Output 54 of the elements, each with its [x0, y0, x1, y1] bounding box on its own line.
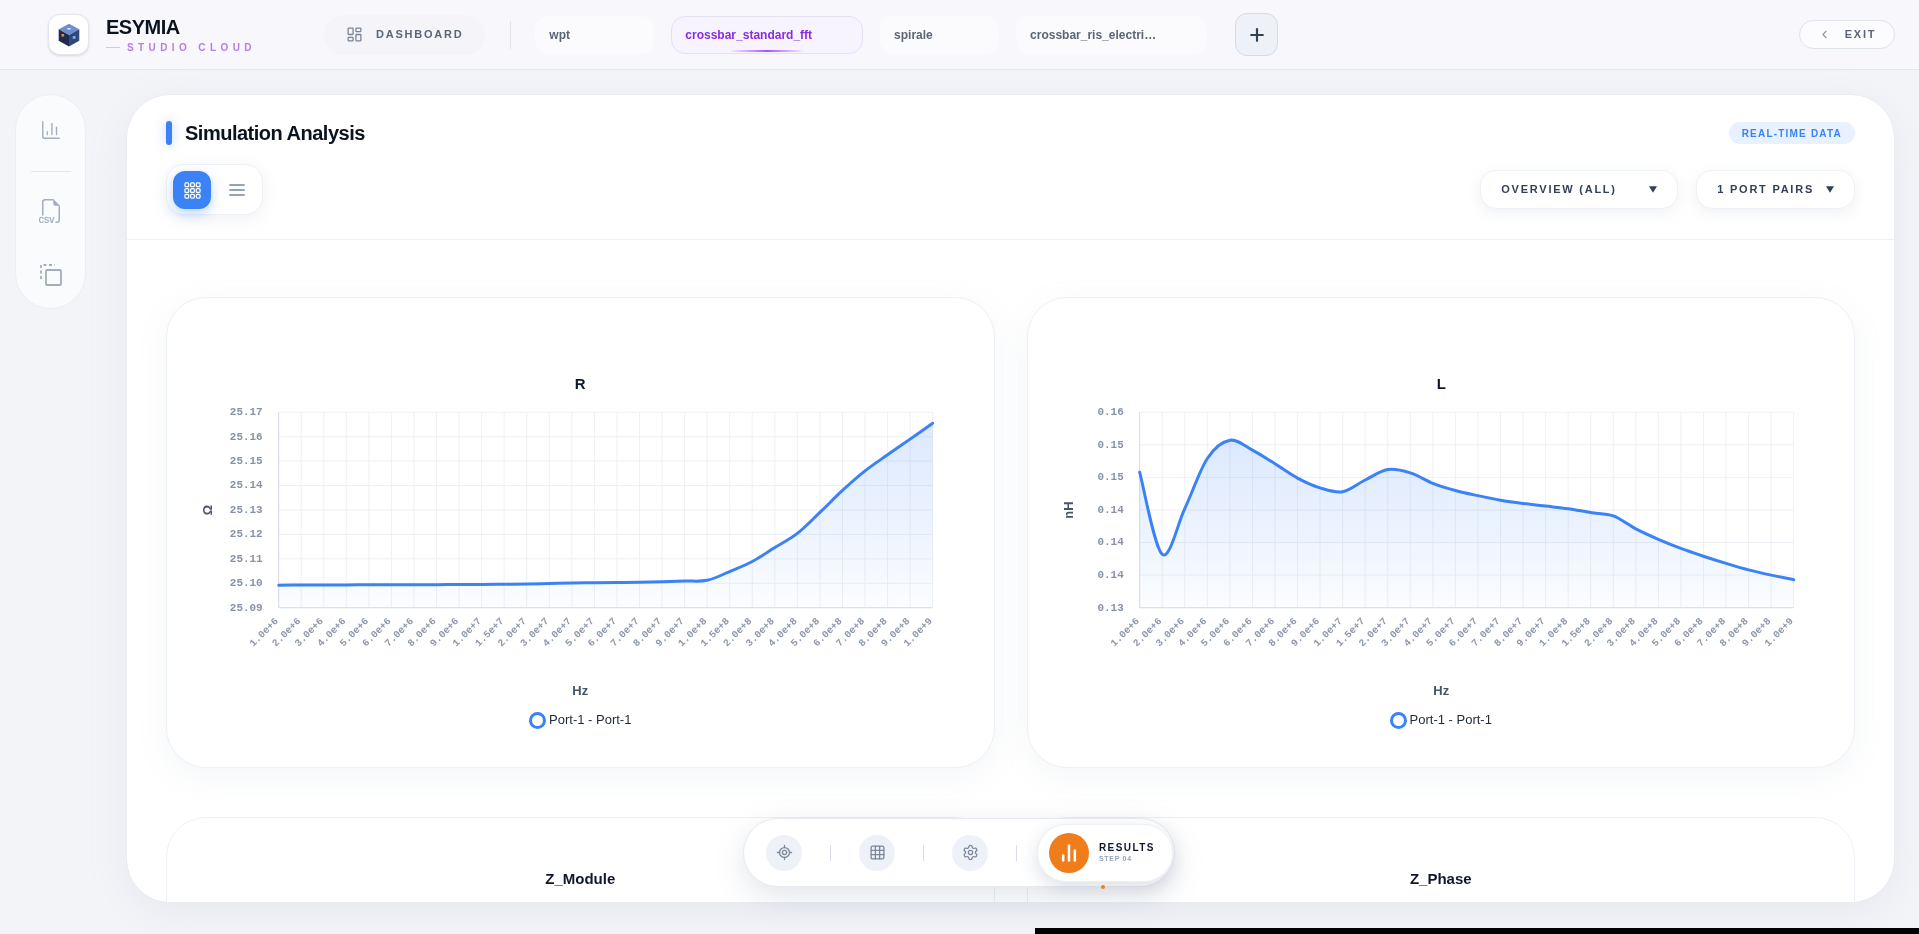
y-tick-label: 25.15 [229, 455, 263, 467]
dashboard-icon [346, 26, 363, 43]
project-tab[interactable]: crossbar_standard_fft [671, 15, 864, 54]
legend-label: Port-1 - Port-1 [1409, 711, 1492, 730]
y-tick-label: 0.14 [1096, 503, 1124, 516]
y-tick-label: 25.17 [229, 406, 263, 419]
y-tick-label: 0.15 [1096, 438, 1124, 451]
y-axis-label: nH [1060, 501, 1076, 519]
status-badge: REAL-TIME DATA [1728, 122, 1855, 144]
step-button[interactable] [766, 834, 802, 871]
grid-icon [183, 181, 201, 199]
table-icon [868, 844, 886, 861]
new-tab-button[interactable] [1235, 13, 1279, 56]
caret-icon [1649, 186, 1658, 193]
chart-title: Z_Phase [1409, 869, 1472, 888]
crosshair-icon [775, 844, 793, 861]
y-tick-label: 25.13 [229, 503, 263, 516]
bar-chart-icon [1049, 832, 1089, 873]
bar-chart-icon[interactable] [39, 119, 62, 141]
caret-icon [1826, 186, 1834, 193]
y-tick-label: 0.14 [1096, 536, 1124, 549]
y-tick-label: 25.10 [229, 577, 263, 590]
y-tick-label: 0.13 [1096, 601, 1124, 614]
y-tick-label: 0.14 [1096, 569, 1124, 581]
dropdown-button[interactable]: 1 PORT PAIRS [1696, 170, 1855, 209]
dashboard-button[interactable]: DASHBOARD [324, 14, 486, 55]
x-axis-label: Hz [1432, 683, 1449, 699]
csv-file-icon[interactable] [38, 198, 63, 224]
y-tick-label: 0.16 [1096, 406, 1124, 419]
brand-tagline: STUDIO CLOUD [127, 42, 256, 53]
y-tick-label: 25.16 [229, 430, 263, 443]
view-toggle-button[interactable] [173, 171, 211, 209]
chart-title: Z_Module [545, 869, 616, 888]
y-tick-label: 0.15 [1096, 471, 1124, 484]
exit-button[interactable]: EXIT [1799, 20, 1895, 49]
chart-title: R [574, 375, 586, 393]
chart-title: L [1436, 375, 1446, 393]
panel-title: Simulation Analysis [185, 121, 365, 146]
y-axis-label: Ω [200, 504, 216, 516]
list-icon [229, 184, 245, 196]
legend-label: Port-1 - Port-1 [549, 711, 632, 730]
x-axis-label: Hz [572, 683, 589, 699]
dashed-squares-icon[interactable] [38, 263, 63, 287]
y-tick-label: 25.14 [229, 479, 263, 492]
y-tick-label: 25.11 [229, 552, 263, 565]
accent-bar [166, 121, 172, 145]
step-button[interactable] [859, 834, 895, 871]
settings-icon [961, 844, 979, 861]
brand-name: ESYMIA [106, 16, 180, 37]
dropdown-button[interactable]: OVERVIEW (ALL) [1480, 170, 1679, 209]
step-button[interactable] [952, 834, 988, 871]
y-tick-label: 25.12 [229, 528, 263, 541]
cube-logo-icon [48, 14, 89, 55]
y-tick-label: 25.09 [229, 601, 263, 614]
